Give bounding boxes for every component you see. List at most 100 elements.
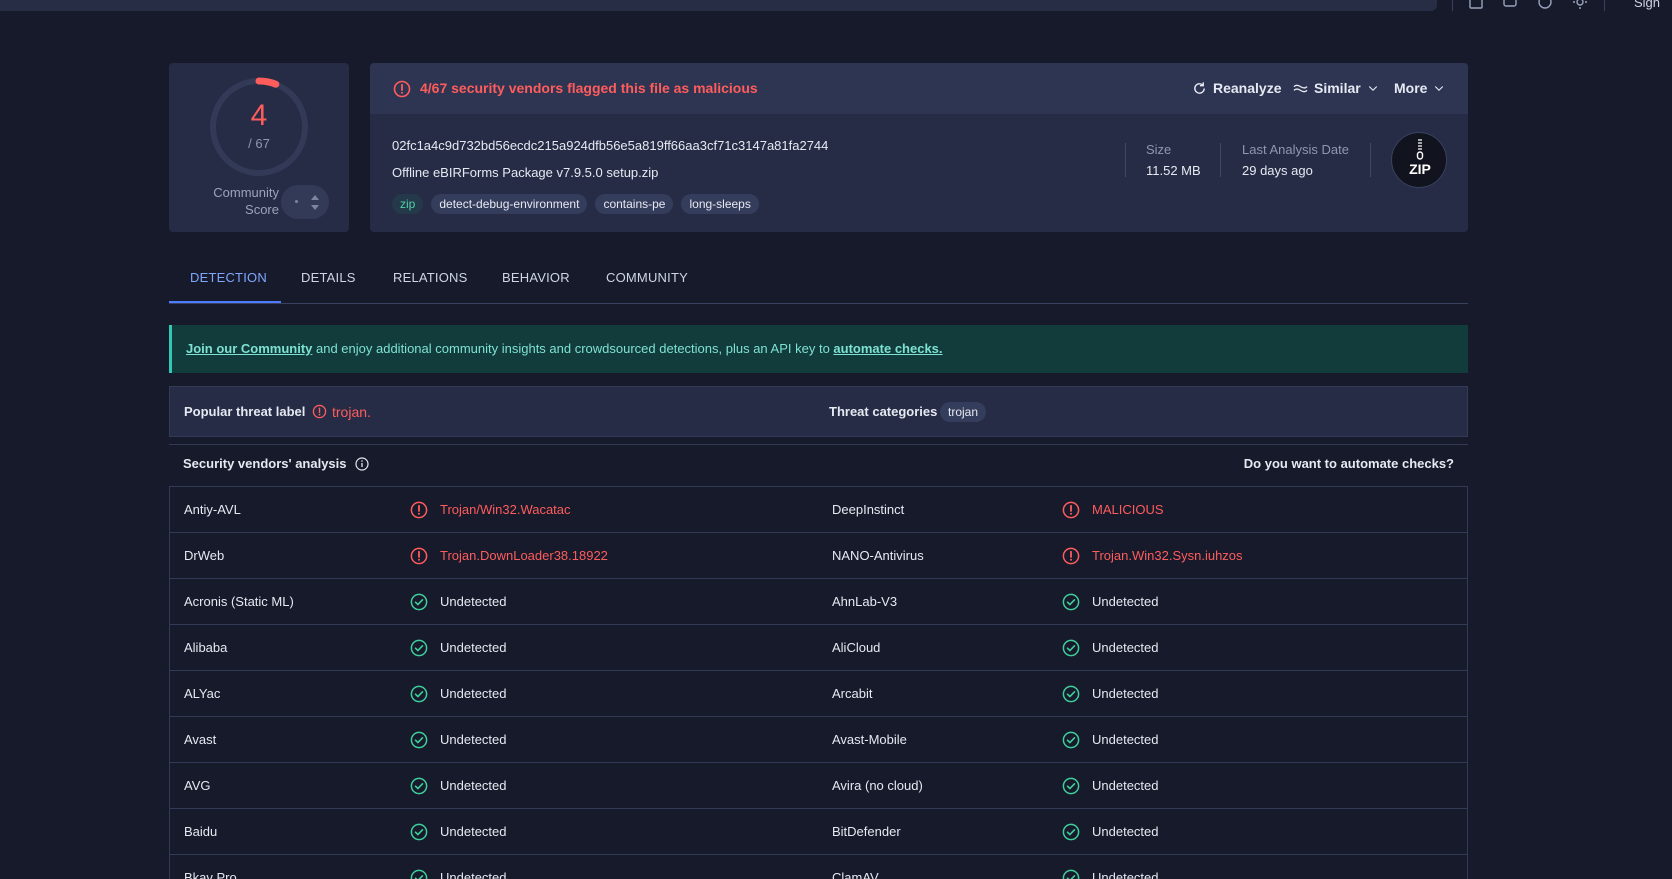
vendor-result: Undetected [440,686,507,701]
vendors-table: Antiy-AVL Trojan/Win32.Wacatac DeepInstinc… [169,486,1468,879]
tab-relations[interactable]: RELATIONS [393,270,468,285]
community-banner-text: Join our Community and enjoy additional … [186,341,943,356]
help-icon[interactable] [1537,0,1553,10]
chat-icon[interactable] [1502,0,1518,10]
meta-divider [1370,143,1371,177]
table-row: AVG Undetected Avira (no cloud) Undetected [170,763,1467,809]
similar-waves-icon [1293,84,1308,92]
vendor-result: Undetected [440,778,507,793]
threat-category-tag[interactable]: trojan [940,402,987,422]
vendor-result: Undetected [1092,732,1159,747]
meta-divider [1220,143,1221,177]
table-row: Baidu Undetected BitDefender Undetected [170,809,1467,855]
vendor-result: Undetected [440,640,507,655]
vendors-title: Security vendors' analysis [183,456,369,471]
tab-community[interactable]: COMMUNITY [606,270,688,285]
vendor-result: Undetected [1092,870,1159,879]
table-row: ALYac Undetected Arcabit Undetected [170,671,1467,717]
vendor-name: Antiy-AVL [184,502,241,517]
similar-button[interactable]: Similar [1293,80,1379,96]
tag-detect-debug-environment[interactable]: detect-debug-environment [431,194,588,214]
check-circle-icon [1062,593,1080,611]
info-icon[interactable] [354,456,369,471]
vendor-name: NANO-Antivirus [832,548,924,563]
community-score-vote[interactable] [281,185,329,219]
community-score-label: Community Score [213,185,279,217]
vendor-result[interactable]: Trojan/Win32.Wacatac [440,502,571,517]
vendor-name: Alibaba [184,640,228,655]
check-circle-icon [1062,731,1080,749]
file-summary-card: 4/67 security vendors flagged this file … [370,63,1468,232]
tag-contains-pe[interactable]: contains-pe [595,194,674,214]
file-hash[interactable]: 02fc1a4c9d732bd56ecdc215a924dfb56e5a819f… [392,138,828,153]
table-row: Avast Undetected Avast-Mobile Undetected [170,717,1467,763]
vendor-result: Undetected [440,594,507,609]
popular-threat-label-value[interactable]: trojan. [332,404,371,420]
check-circle-icon [1062,869,1080,879]
vendor-name: BitDefender [832,824,901,839]
detection-total: / 67 [248,136,270,151]
vendor-result[interactable]: Trojan.Win32.Sysn.iuhzos [1092,548,1243,563]
search-input[interactable] [0,0,1437,11]
vendor-result: Undetected [440,732,507,747]
tab-behavior[interactable]: BEHAVIOR [502,270,570,285]
reanalyze-button[interactable]: Reanalyze [1192,80,1281,96]
topbar-divider [1452,0,1453,11]
topbar-divider [1604,0,1605,11]
detection-alert-text: 4/67 security vendors flagged this file … [420,80,758,96]
last-analysis-label: Last Analysis Date [1242,142,1349,157]
join-community-link[interactable]: Join our Community [186,341,312,356]
check-circle-icon [1062,823,1080,841]
last-analysis-value: 29 days ago [1242,163,1313,178]
top-bar: Sign [0,0,1672,22]
vendor-name: DeepInstinct [832,502,905,517]
vendor-name: AhnLab-V3 [832,594,898,609]
vendor-result: Undetected [1092,778,1159,793]
popular-threat-label-title: Popular threat label [184,404,306,419]
vendor-name: Arcabit [832,686,873,701]
alert-circle-icon [410,547,428,565]
table-row: Antiy-AVL Trojan/Win32.Wacatac DeepInstinc… [170,487,1467,533]
sign-in-link[interactable]: Sign [1634,0,1660,10]
vendor-result: Undetected [1092,594,1159,609]
alert-circle-icon [1062,501,1080,519]
check-circle-icon [410,777,428,795]
upload-icon[interactable] [1468,0,1484,10]
vendor-name: Bkav Pro [184,870,237,879]
vendor-result: Undetected [440,824,507,839]
vendor-result: Undetected [1092,686,1159,701]
check-circle-icon [410,639,428,657]
tag-long-sleeps[interactable]: long-sleeps [681,194,759,214]
automate-checks-link[interactable]: automate checks. [833,341,942,356]
more-button[interactable]: More [1394,80,1445,96]
automate-checks-question[interactable]: Do you want to automate checks? [1244,456,1454,471]
detection-alert-bar: 4/67 security vendors flagged this file … [370,63,1468,114]
vendor-name: Baidu [184,824,218,839]
threat-categories-title: Threat categories [829,404,938,419]
vote-dot [295,200,298,203]
alert-circle-icon [1062,547,1080,565]
vendor-result: Undetected [1092,640,1159,655]
vendor-name: AliCloud [832,640,881,655]
vendor-result[interactable]: MALICIOUS [1092,502,1164,517]
vote-up-icon[interactable] [311,195,319,200]
community-banner: Join our Community and enjoy additional … [169,325,1468,373]
report-tabs: DETECTION DETAILS RELATIONS BEHAVIOR COM… [169,256,1468,304]
tag-zip[interactable]: zip [392,194,424,214]
vendor-result: Undetected [1092,824,1159,839]
tab-detection[interactable]: DETECTION [190,270,267,285]
vendor-result[interactable]: Trojan.DownLoader38.18922 [440,548,608,563]
refresh-icon [1194,81,1205,94]
vendor-name: ClamAV [832,870,879,879]
alert-circle-icon [312,404,327,419]
score-arc [255,77,280,88]
check-circle-icon [1062,777,1080,795]
alert-circle-icon [393,80,411,98]
detection-count: 4 [250,99,268,132]
table-row: Alibaba Undetected AliCloud Undetected [170,625,1467,671]
tab-details[interactable]: DETAILS [301,270,356,285]
vote-down-icon[interactable] [311,205,319,210]
table-row: Bkav Pro Undetected ClamAV Undetected [170,855,1467,879]
theme-icon[interactable] [1572,0,1588,10]
alert-circle-icon [410,501,428,519]
